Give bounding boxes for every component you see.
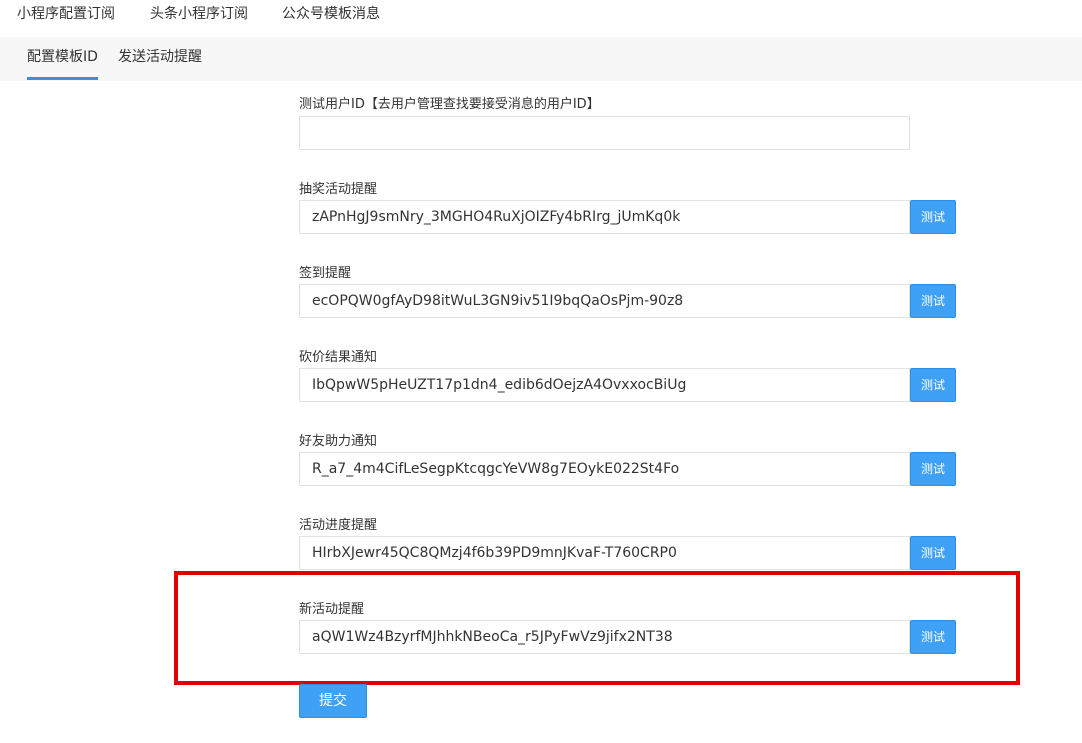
bargain-result-test-button[interactable]: 测试 — [910, 368, 956, 402]
test-user-id-input[interactable] — [299, 116, 910, 150]
tab-toutiao-subscription[interactable]: 头条小程序订阅 — [150, 4, 248, 24]
subtab-send-activity-reminder[interactable]: 发送活动提醒 — [118, 47, 202, 67]
lottery-reminder-input[interactable] — [299, 200, 910, 234]
activity-progress-input[interactable] — [299, 536, 910, 570]
new-activity-label: 新活动提醒 — [299, 602, 365, 617]
test-user-id-label: 测试用户ID【去用户管理查找要接受消息的用户ID】 — [299, 97, 600, 112]
new-activity-test-button[interactable]: 测试 — [910, 620, 956, 654]
friend-assist-input[interactable] — [299, 452, 910, 486]
active-tab-indicator — [27, 77, 98, 80]
top-tab-bar: 小程序配置订阅 头条小程序订阅 公众号模板消息 — [0, 0, 1082, 36]
bargain-result-label: 砍价结果通知 — [299, 350, 378, 365]
friend-assist-test-button[interactable]: 测试 — [910, 452, 956, 486]
activity-progress-test-button[interactable]: 测试 — [910, 536, 956, 570]
lottery-reminder-label: 抽奖活动提醒 — [299, 182, 378, 197]
bargain-result-input[interactable] — [299, 368, 910, 402]
tab-miniprogram-subscription[interactable]: 小程序配置订阅 — [17, 4, 115, 24]
new-activity-input[interactable] — [299, 620, 910, 654]
submit-button[interactable]: 提交 — [299, 684, 367, 718]
lottery-reminder-test-button[interactable]: 测试 — [910, 200, 956, 234]
friend-assist-label: 好友助力通知 — [299, 434, 378, 449]
checkin-reminder-input[interactable] — [299, 284, 910, 318]
checkin-reminder-label: 签到提醒 — [299, 266, 352, 281]
tab-official-account-template[interactable]: 公众号模板消息 — [282, 4, 380, 24]
sub-tab-bar: 配置模板ID 发送活动提醒 — [0, 37, 1082, 81]
checkin-reminder-test-button[interactable]: 测试 — [910, 284, 956, 318]
subtab-config-template-id[interactable]: 配置模板ID — [27, 47, 98, 67]
activity-progress-label: 活动进度提醒 — [299, 518, 378, 533]
